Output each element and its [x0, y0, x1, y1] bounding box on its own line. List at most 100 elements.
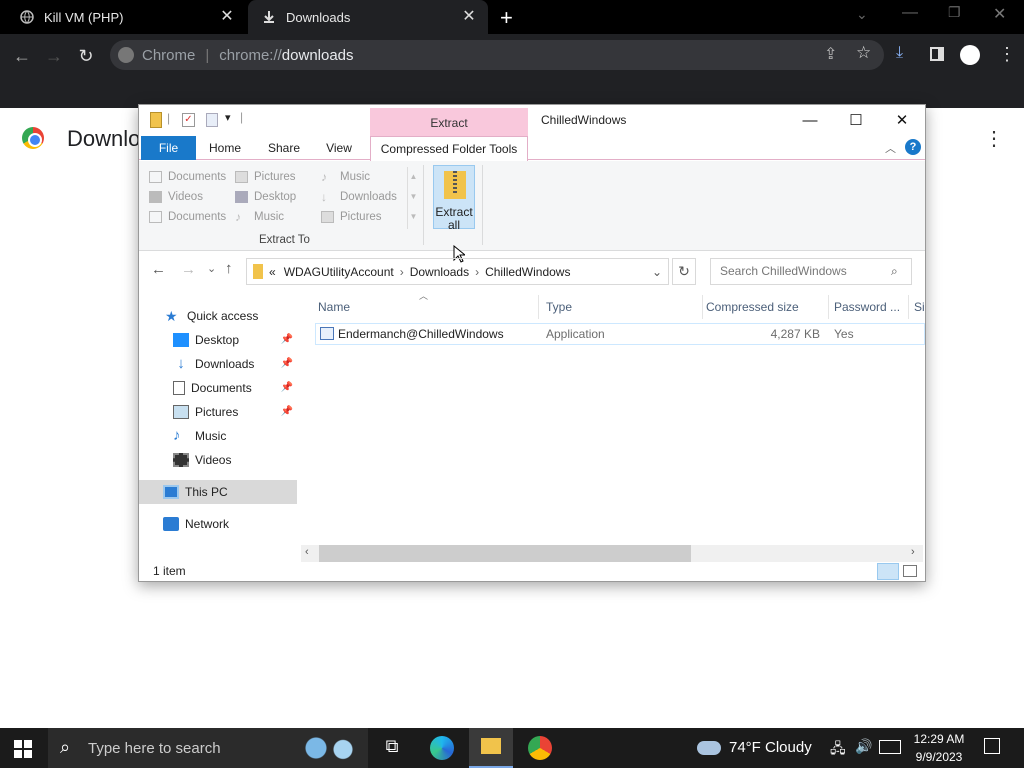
forward-arrow-icon[interactable]: → [181, 261, 196, 278]
extract-to-documents[interactable]: Documents [149, 167, 233, 187]
chevron-down-icon[interactable]: ⌄ [652, 265, 662, 279]
extract-to-music[interactable]: ♪ Music [235, 207, 319, 227]
extract-to-documents-2[interactable]: Documents [149, 207, 233, 227]
back-button[interactable]: ← [10, 44, 34, 68]
pin-icon[interactable]: 📌 [281, 376, 293, 400]
system-clock[interactable]: 12:29 AM 9/9/2023 [906, 730, 972, 766]
address-breadcrumb[interactable]: « WDAGUtilityAccount › Downloads › Chill… [246, 258, 669, 285]
tab-compressed-folder-tools[interactable]: Compressed Folder Tools [370, 136, 528, 161]
tab-share[interactable]: Share [259, 136, 309, 160]
gallery-scroll[interactable]: ▲ ▼ ▼ [407, 167, 419, 229]
pin-icon[interactable]: 📌 [281, 328, 293, 352]
taskbar: ⌕ Type here to search ⧉ 74°F Cloudy 🖧 🔊 … [0, 728, 1024, 768]
scroll-left-icon[interactable]: ‹ [305, 546, 309, 558]
reload-button[interactable]: ↻ [74, 44, 98, 68]
search-input[interactable]: Search ChilledWindows [710, 258, 912, 285]
side-panel-icon[interactable] [930, 47, 944, 61]
extract-all-button[interactable]: Extract all [433, 165, 475, 232]
nav-downloads[interactable]: ↓ Downloads 📌 [139, 352, 297, 376]
horizontal-scrollbar[interactable]: ‹ › [301, 545, 923, 562]
restore-icon[interactable]: ❐ [948, 4, 961, 21]
column-header-name[interactable]: Name [315, 295, 539, 319]
collapse-ribbon-icon[interactable]: ︿ [885, 140, 896, 156]
chrome-tab-bar: Kill VM (PHP) ✕ Downloads ✕ + ⌄ — ❐ ✕ [0, 0, 1024, 34]
nav-documents[interactable]: Documents 📌 [139, 376, 297, 400]
network-tray-icon[interactable]: 🖧 [830, 738, 846, 762]
minimize-button[interactable]: — [787, 109, 833, 133]
extract-to-pictures-2[interactable]: Pictures [321, 207, 415, 227]
weather-widget[interactable]: 74°F Cloudy [697, 728, 812, 768]
breadcrumb-item[interactable]: WDAGUtilityAccount [284, 265, 394, 279]
keyboard-icon[interactable] [879, 740, 901, 754]
column-header-size[interactable]: Si [911, 295, 925, 319]
pin-icon[interactable]: 📌 [281, 400, 293, 424]
profile-avatar-icon[interactable] [960, 45, 980, 65]
forward-button[interactable]: → [42, 44, 66, 68]
maximize-button[interactable]: ☐ [833, 109, 879, 133]
new-folder-icon[interactable] [206, 113, 218, 127]
breadcrumb-item[interactable]: ChilledWindows [485, 265, 570, 279]
properties-icon[interactable]: ✓ [182, 113, 195, 127]
extract-to-music-2[interactable]: ♪ Music [321, 167, 415, 187]
volume-icon[interactable]: 🔊 [855, 738, 872, 755]
large-icons-view-icon[interactable] [903, 565, 917, 577]
taskbar-search-input[interactable]: ⌕ Type here to search [48, 728, 368, 768]
address-bar[interactable]: Chrome | chrome://downloads [110, 40, 884, 70]
nav-pictures[interactable]: Pictures 📌 [139, 400, 297, 424]
chrome-menu-icon[interactable]: ⋮ [998, 44, 1016, 65]
tab-file[interactable]: File [141, 136, 196, 160]
task-view-icon[interactable]: ⧉ [380, 736, 404, 760]
cloud-icon [697, 741, 721, 756]
breadcrumb-overflow[interactable]: « [269, 265, 276, 279]
nav-quick-access[interactable]: ★ Quick access [139, 304, 297, 328]
scroll-right-icon[interactable]: › [911, 546, 915, 558]
back-arrow-icon[interactable]: ← [151, 261, 166, 278]
tab-kill-vm[interactable]: Kill VM (PHP) ✕ [0, 0, 246, 34]
file-explorer-taskbar-button[interactable] [469, 728, 513, 768]
column-header-password[interactable]: Password ... [831, 295, 909, 319]
close-tab-icon[interactable]: ✕ [460, 8, 478, 26]
close-tab-icon[interactable]: ✕ [218, 8, 236, 26]
close-button[interactable]: ✕ [879, 109, 925, 133]
column-header-compressed-size[interactable]: Compressed size [703, 295, 829, 319]
table-row[interactable]: Endermanch@ChilledWindows Application 4,… [315, 323, 925, 345]
edge-icon[interactable] [430, 736, 454, 760]
window-title: ChilledWindows [541, 113, 627, 127]
notifications-icon[interactable] [984, 738, 1000, 754]
url-path: downloads [281, 46, 354, 64]
nav-this-pc[interactable]: This PC [139, 480, 297, 504]
windows-start-icon[interactable] [14, 740, 32, 758]
recent-locations-icon[interactable]: ⌄ [207, 262, 216, 275]
downloads-menu-icon[interactable]: ⋮ [984, 126, 1004, 151]
breadcrumb-item[interactable]: Downloads [410, 265, 469, 279]
tab-search-icon[interactable]: ⌄ [856, 6, 868, 23]
up-arrow-icon[interactable]: ↑ [225, 260, 233, 277]
refresh-icon[interactable]: ↻ [672, 258, 696, 285]
nav-desktop[interactable]: Desktop 📌 [139, 328, 297, 352]
nav-videos[interactable]: Videos [139, 448, 297, 472]
tab-view[interactable]: View [317, 136, 361, 160]
extract-to-desktop[interactable]: Desktop [235, 187, 319, 207]
help-icon[interactable]: ? [905, 139, 921, 155]
details-view-icon[interactable] [877, 563, 899, 580]
customize-qat-icon[interactable]: ▾ [225, 111, 231, 124]
extract-contextual-tab[interactable]: Extract [370, 108, 528, 136]
close-window-icon[interactable]: ✕ [993, 4, 1006, 24]
extract-to-pictures[interactable]: Pictures [235, 167, 319, 187]
scroll-thumb[interactable] [319, 545, 691, 562]
chrome-taskbar-icon[interactable] [528, 736, 552, 760]
nav-music[interactable]: ♪ Music [139, 424, 297, 448]
extract-to-downloads[interactable]: ↓ Downloads [321, 187, 415, 207]
pin-icon[interactable]: 📌 [281, 352, 293, 376]
downloads-icon[interactable]: ⤓ [896, 44, 903, 62]
extract-to-videos[interactable]: Videos [149, 187, 233, 207]
minimize-icon[interactable]: — [902, 4, 918, 22]
new-tab-button[interactable]: + [500, 5, 513, 31]
tab-downloads[interactable]: Downloads ✕ [248, 0, 488, 34]
nav-network[interactable]: Network [139, 512, 297, 536]
column-header-type[interactable]: Type [543, 295, 703, 319]
url-prefix: chrome:// [219, 46, 282, 64]
bookmark-star-icon[interactable]: ☆ [856, 43, 871, 63]
share-icon[interactable]: ⇪ [824, 44, 837, 64]
tab-home[interactable]: Home [201, 136, 249, 160]
